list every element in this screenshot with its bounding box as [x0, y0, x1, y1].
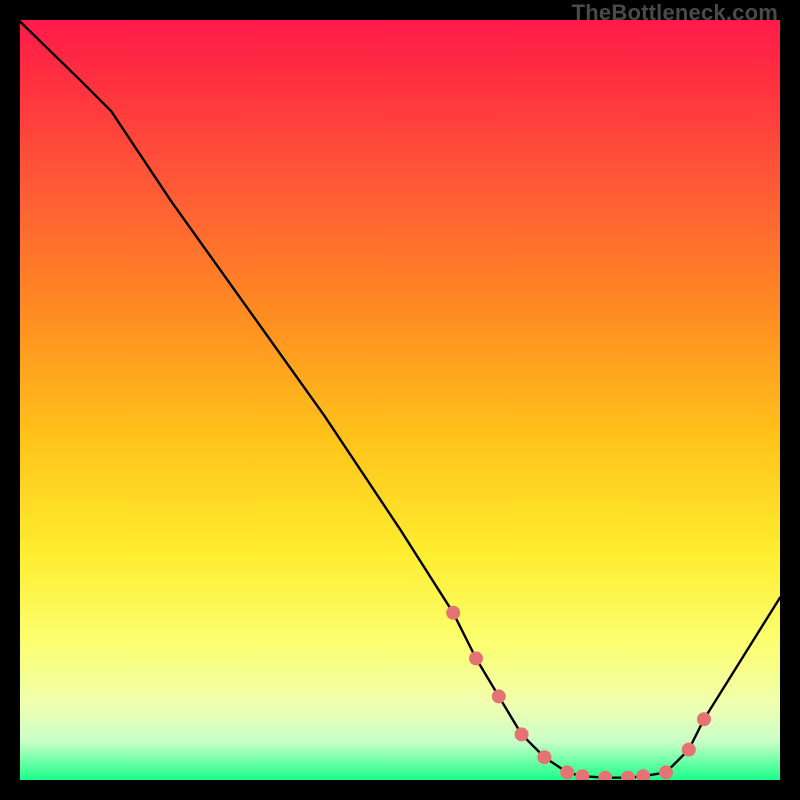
marker-point — [698, 713, 711, 726]
marker-point — [561, 766, 574, 779]
marker-point — [492, 690, 505, 703]
marker-point — [599, 771, 612, 780]
chart-stage: TheBottleneck.com — [0, 0, 800, 800]
marker-point — [515, 728, 528, 741]
curve-line — [20, 22, 780, 778]
marker-point — [682, 743, 695, 756]
curve-markers — [447, 606, 711, 780]
marker-point — [576, 770, 589, 780]
plot-area — [20, 20, 780, 780]
marker-point — [447, 606, 460, 619]
marker-point — [470, 652, 483, 665]
marker-point — [622, 771, 635, 780]
chart-svg — [20, 20, 780, 780]
marker-point — [660, 766, 673, 779]
marker-point — [637, 770, 650, 780]
marker-point — [538, 751, 551, 764]
